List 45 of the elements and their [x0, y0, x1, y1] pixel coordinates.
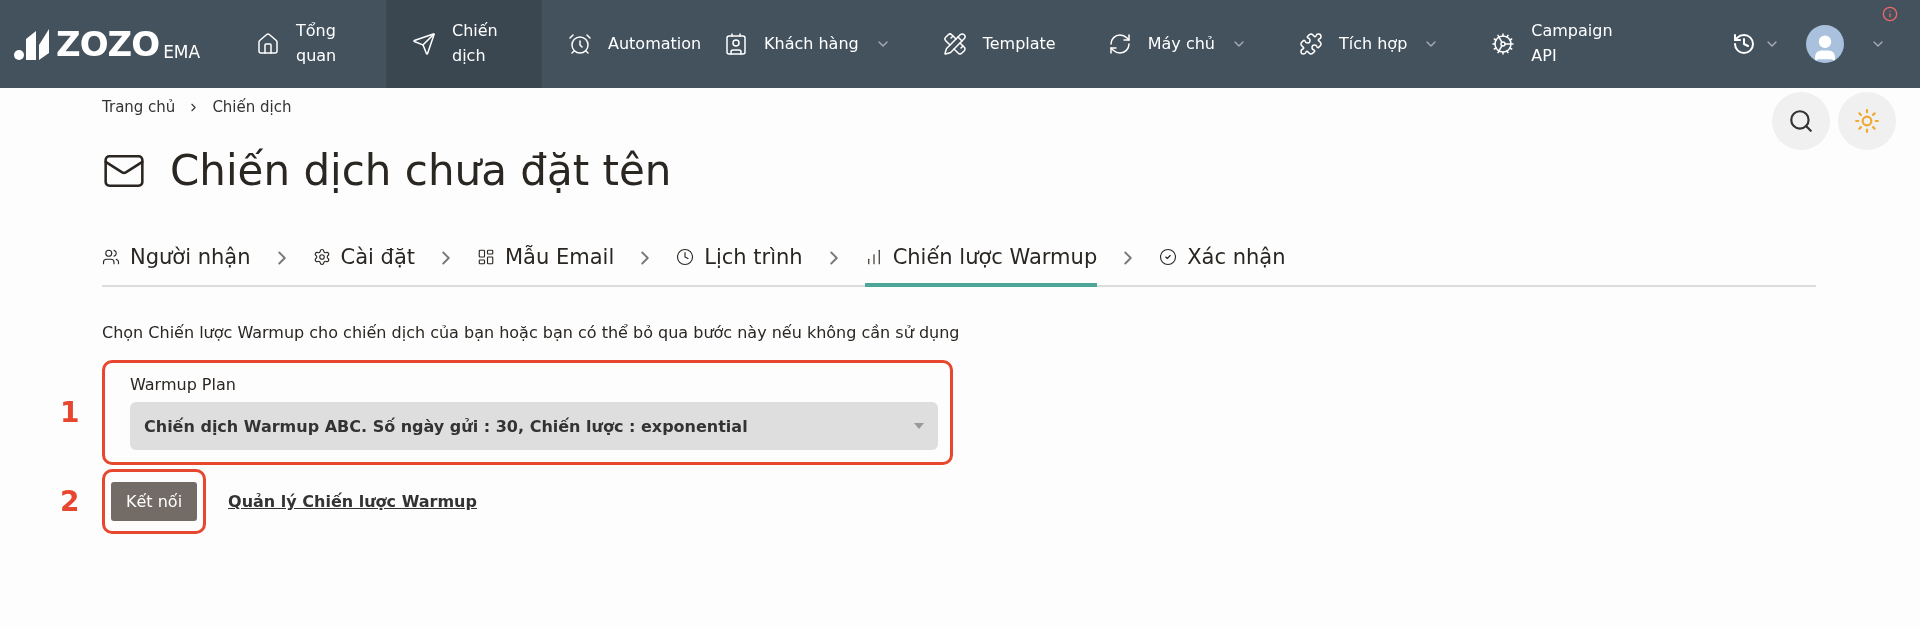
- description-text: Chọn Chiến lược Warmup cho chiến dịch của bạn hoặc bạn có thể bỏ qua bước này nếu không cần sử dụng: [102, 323, 961, 342]
- page-title: Chiến dịch chưa đặt tên: [170, 146, 672, 195]
- annotation-number: 1: [60, 396, 81, 429]
- refresh-icon: [1107, 32, 1132, 56]
- nav-item[interactable]: Máy chủ: [1081, 0, 1273, 88]
- search-icon: [1788, 108, 1814, 134]
- gear-icon: [1491, 32, 1516, 56]
- logo-text: ZOZO: [56, 24, 160, 64]
- avatar[interactable]: [1806, 25, 1844, 63]
- breadcrumb-item[interactable]: Chiến dịch: [212, 98, 292, 116]
- connect-button[interactable]: Kết nối: [111, 482, 198, 521]
- pencil-ruler-icon: [942, 32, 967, 56]
- step-tab[interactable]: Xác nhận: [1159, 237, 1286, 287]
- history-icon[interactable]: [1732, 32, 1756, 56]
- logo-icon: [14, 27, 52, 61]
- nav-item[interactable]: Chiến dịch: [386, 0, 542, 88]
- step-tab[interactable]: Mẫu Email: [477, 237, 615, 287]
- caret-icon: [914, 423, 924, 429]
- alarm-clock-icon: [568, 32, 592, 56]
- nav-item[interactable]: Tích hợp: [1272, 0, 1466, 88]
- contact-card-icon: [724, 32, 748, 56]
- annotation-number: 2: [60, 485, 81, 518]
- manage-warmup-link[interactable]: Quản lý Chiến lược Warmup: [228, 492, 477, 511]
- layout-icon: [477, 248, 495, 266]
- step-tab[interactable]: Lịch trình: [676, 237, 803, 287]
- nav-item[interactable]: Template: [916, 0, 1082, 88]
- step-tab[interactable]: Cài đặt: [312, 237, 415, 287]
- paper-plane-icon: [412, 32, 436, 56]
- nav-item[interactable]: Tổng quan: [230, 0, 386, 88]
- sun-icon: [1854, 108, 1880, 134]
- field-label: Warmup Plan: [130, 375, 237, 394]
- logo-subtext: EMA: [163, 42, 201, 62]
- info-icon[interactable]: [1882, 6, 1898, 22]
- people-icon: [102, 248, 120, 266]
- breadcrumb-item[interactable]: Trang chủ: [102, 98, 176, 116]
- puzzle-icon: [1298, 32, 1323, 56]
- nav-item[interactable]: Automation: [542, 0, 698, 88]
- nav-item[interactable]: Campaign API: [1465, 0, 1622, 88]
- settings-icon: [312, 248, 331, 266]
- clock-icon: [676, 248, 695, 266]
- step-tab[interactable]: Người nhận: [102, 237, 251, 287]
- warmup-plan-select[interactable]: Chiến dịch Warmup ABC. Số ngày gửi : 30, Chiến lược : exponential: [130, 402, 938, 450]
- house-icon: [256, 32, 280, 56]
- step-tab[interactable]: Chiến lược Warmup: [864, 237, 1098, 287]
- check-circle-icon: [1159, 248, 1178, 266]
